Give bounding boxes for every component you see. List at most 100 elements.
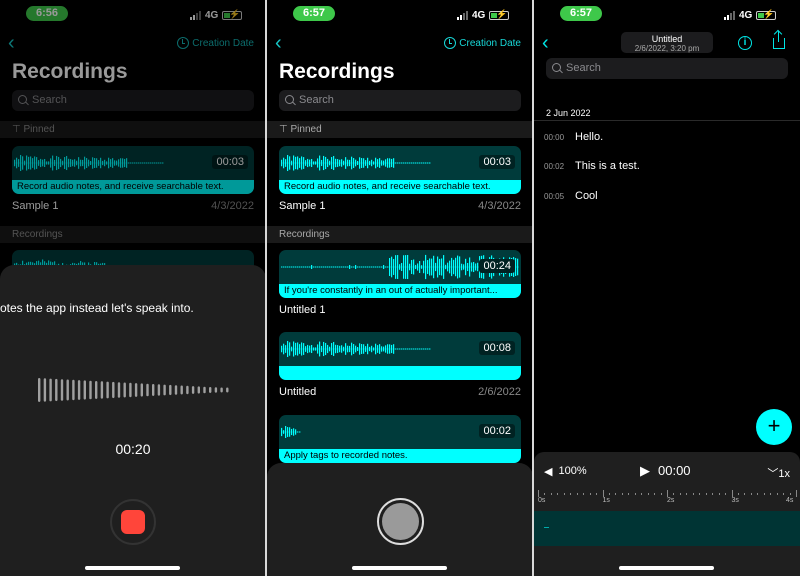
- waveform-bar: [287, 427, 289, 437]
- waveform-bar: [331, 157, 333, 169]
- ruler-tick: [538, 490, 539, 497]
- record-icon: [382, 503, 419, 540]
- add-button[interactable]: +: [756, 409, 792, 445]
- level-bar: [123, 382, 126, 398]
- stop-record-button[interactable]: [110, 499, 156, 545]
- waveform-bar: [433, 255, 435, 279]
- level-bar: [146, 383, 149, 397]
- battery-icon: [756, 9, 777, 20]
- page-title: Recordings: [279, 60, 395, 83]
- waveform-bar: [335, 266, 337, 268]
- waveform-bar: [365, 346, 367, 352]
- waveform-bar: [337, 345, 339, 353]
- waveform-bar: [285, 266, 287, 268]
- level-bar: [89, 380, 92, 400]
- waveform-bar: [415, 162, 417, 164]
- play-button[interactable]: ▶ 00:00: [640, 463, 691, 479]
- speed-button[interactable]: ﹀1x: [767, 465, 790, 481]
- search-input[interactable]: Search: [546, 58, 788, 79]
- ruler-label: 3s: [731, 497, 739, 504]
- volume-button[interactable]: ◀ 100%: [544, 465, 587, 478]
- waveform-bar: [293, 266, 295, 268]
- waveform-bar: [365, 266, 367, 268]
- waveform-bar: [515, 258, 517, 276]
- transcript-row[interactable]: 00:05 Cool: [544, 190, 598, 202]
- transcript-row[interactable]: 00:02 This is a test.: [544, 160, 640, 172]
- waveform-bar: [307, 158, 309, 168]
- waveform-bar: [399, 264, 401, 270]
- waveform-bar: [445, 264, 447, 270]
- recording-card[interactable]: 00:03 Record audio notes, and receive sea…: [279, 146, 521, 194]
- waveform-bar: [321, 266, 323, 268]
- sort-label: Creation Date: [459, 37, 521, 49]
- waveform-bar: [377, 345, 379, 353]
- record-button[interactable]: [377, 498, 424, 545]
- segment-time: 00:05: [544, 191, 565, 201]
- ruler-tick: [544, 493, 546, 495]
- waveform-bar: [517, 258, 519, 276]
- segment-text: This is a test.: [575, 160, 640, 172]
- timeline-track[interactable]: [534, 511, 800, 546]
- recording-card[interactable]: 00:08: [279, 332, 521, 380]
- waveform-bar: [409, 162, 411, 164]
- sort-button[interactable]: Creation Date: [444, 37, 521, 49]
- waveform-bar: [371, 159, 373, 167]
- waveform-bar: [303, 157, 305, 169]
- waveform-bar: [283, 157, 285, 169]
- info-icon[interactable]: i: [738, 36, 752, 50]
- signal-icon: [457, 11, 468, 20]
- network-label: 4G: [472, 10, 486, 21]
- back-button[interactable]: ‹: [542, 32, 549, 55]
- level-bar: [180, 385, 183, 395]
- waveform-bar: [281, 266, 283, 268]
- waveform-bar: [397, 255, 399, 279]
- ruler-tick: [589, 493, 591, 495]
- level-bar: [209, 387, 212, 393]
- share-icon[interactable]: [773, 29, 785, 49]
- waveform-bar: [351, 156, 353, 170]
- recording-card[interactable]: 00:02 Apply tags to recorded notes.: [279, 415, 521, 463]
- waveform-bar: [333, 155, 335, 171]
- waveform-bar: [355, 159, 357, 167]
- waveform-bar: [291, 428, 293, 436]
- waveform-bar: [303, 343, 305, 355]
- waveform-bar: [435, 262, 437, 272]
- title-button[interactable]: Untitled 2/6/2022, 3:20 pm: [621, 32, 713, 53]
- recording-title: Untitled: [651, 34, 683, 44]
- waveform-bar: [287, 154, 289, 172]
- waveform-bar: [395, 255, 397, 279]
- waveform-bar: [339, 266, 341, 268]
- transcript-row[interactable]: 00:00 Hello.: [544, 131, 603, 143]
- waveform-bar: [361, 266, 363, 268]
- waveform-bar: [391, 158, 393, 168]
- waveform-bar: [407, 348, 409, 350]
- level-bar: [106, 381, 109, 399]
- waveform-bar: [345, 157, 347, 169]
- waveform-bar: [317, 266, 319, 268]
- waveform-bar: [373, 266, 375, 268]
- waveform-bar: [425, 254, 427, 280]
- timeline-ruler[interactable]: 0s 1s 2s 3s 4s: [534, 490, 800, 508]
- ruler-tick: [737, 493, 739, 495]
- waveform-bar: [337, 266, 339, 268]
- waveform-bar: [429, 162, 431, 164]
- waveform-bar: [299, 158, 301, 168]
- waveform-bar: [419, 348, 421, 350]
- waveform-bar: [321, 159, 323, 167]
- waveform-bar: [371, 266, 373, 268]
- waveform-bar: [439, 258, 441, 276]
- search-input[interactable]: Search: [279, 90, 521, 111]
- recording-card[interactable]: 00:24 If you're constantly in an out of a…: [279, 250, 521, 298]
- clock-icon: [444, 37, 457, 49]
- waveform-bar: [437, 256, 439, 278]
- waveform-bar: [369, 160, 371, 166]
- back-button[interactable]: ‹: [275, 32, 282, 55]
- waveform-bar: [393, 344, 395, 354]
- waveform-bar: [363, 266, 365, 268]
- level-bar: [169, 384, 172, 396]
- battery-icon: [489, 9, 510, 20]
- waveform-bar: [353, 344, 355, 354]
- waveform-bar: [331, 266, 333, 268]
- waveform-bar: [391, 256, 393, 278]
- caption: Apply tags to recorded notes.: [279, 449, 521, 463]
